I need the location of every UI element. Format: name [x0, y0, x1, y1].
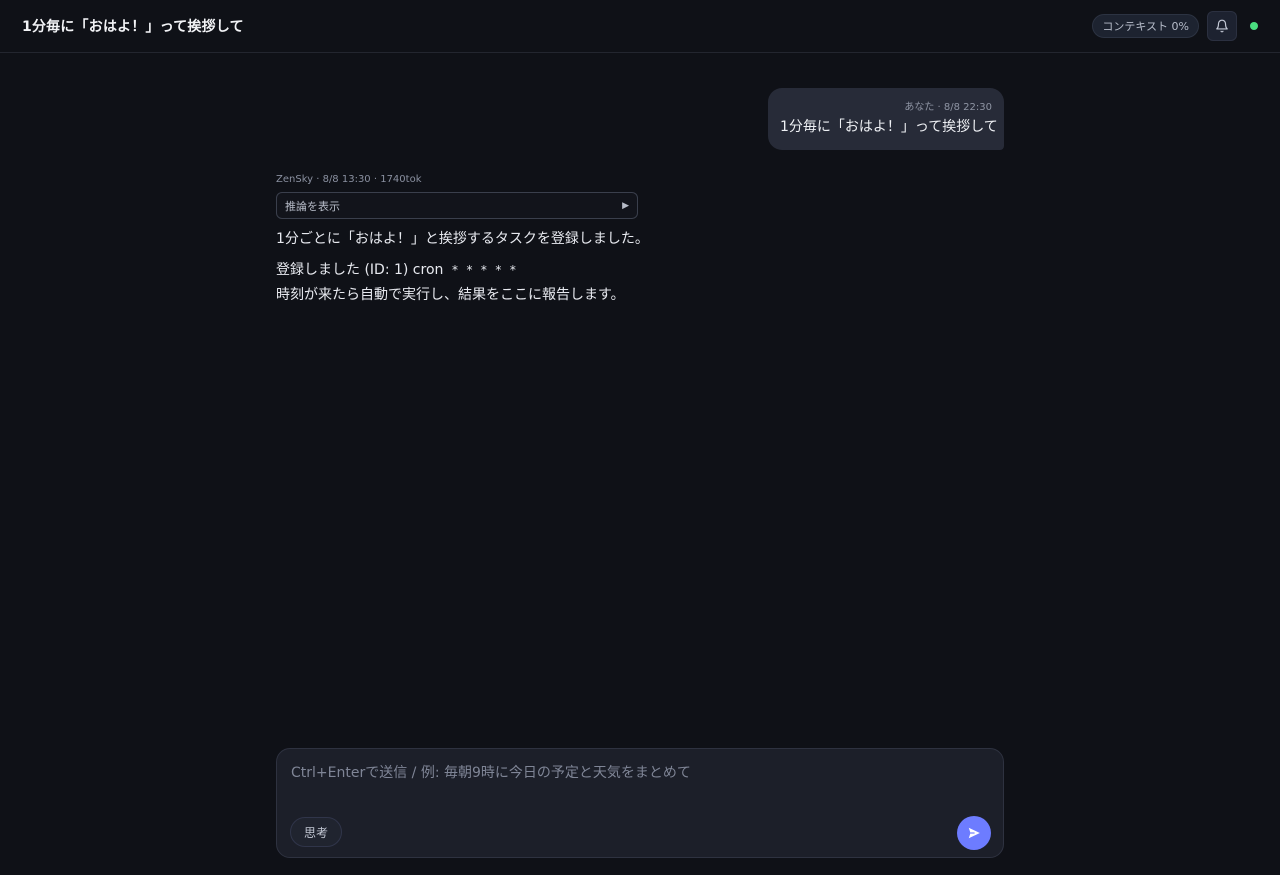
assistant-message-line: 時刻が来たら自動で実行し、結果をここに報告します。 [276, 287, 625, 303]
cron-expression: * * * * * [451, 263, 517, 277]
assistant-message-line: 登録しました (ID: 1) cron * * * * * [276, 259, 638, 279]
header-actions: コンテキスト 0% [1092, 11, 1258, 41]
user-message-meta: あなた · 8/8 22:30 [904, 102, 992, 113]
assistant-message: ZenSky · 8/8 13:30 · 1740tok 推論を表示 ▶ 1分ご… [276, 174, 649, 304]
user-message-text: 1分毎に「おはよ！」って挨拶して [780, 119, 998, 135]
notifications-button[interactable] [1207, 11, 1237, 41]
connection-status-dot [1250, 22, 1258, 30]
assistant-message-line: 1分ごとに「おはよ！」と挨拶するタスクを登録しました。 [276, 231, 649, 247]
show-reasoning-label: 推論を表示 [285, 199, 340, 213]
send-button[interactable] [957, 816, 991, 850]
bell-icon [1216, 19, 1228, 33]
context-usage-badge: コンテキスト 0% [1092, 14, 1199, 38]
top-bar: 1分毎に「おはよ！」って挨拶して コンテキスト 0% [0, 0, 1280, 53]
message-composer: 思考 [276, 748, 1004, 858]
show-reasoning-toggle[interactable]: 推論を表示 ▶ [276, 192, 638, 219]
send-icon [968, 827, 980, 839]
page-title: 1分毎に「おはよ！」って挨拶して [22, 19, 244, 35]
think-toggle-button[interactable]: 思考 [290, 817, 343, 847]
expand-caret-icon: ▶ [622, 200, 629, 211]
message-input[interactable] [291, 762, 981, 802]
assistant-message-meta: ZenSky · 8/8 13:30 · 1740tok [276, 174, 422, 185]
user-message: あなた · 8/8 22:30 1分毎に「おはよ！」って挨拶して [768, 88, 1004, 150]
registration-text: 登録しました (ID: 1) cron [276, 262, 444, 278]
